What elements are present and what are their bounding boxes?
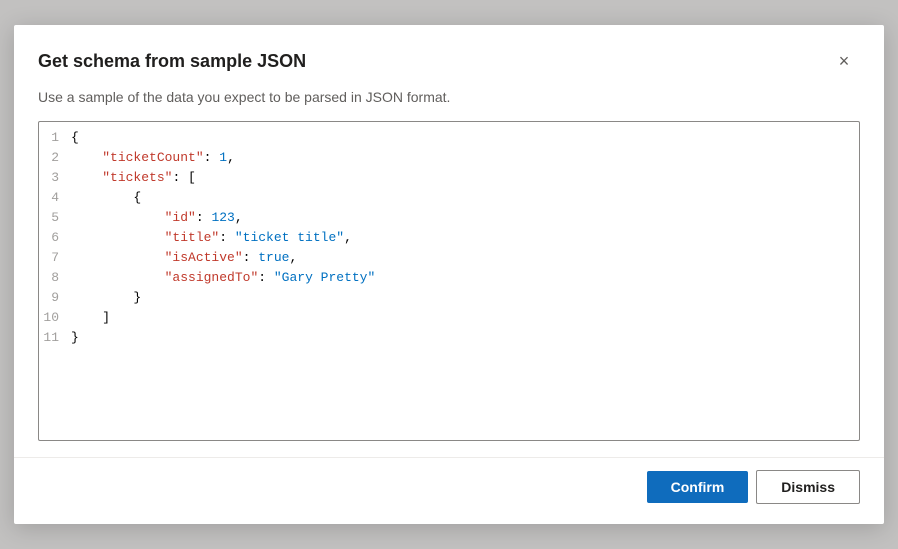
code-line-2: 2 "ticketCount": 1,	[39, 150, 859, 170]
line-number: 5	[39, 210, 71, 225]
dialog-footer: Confirm Dismiss	[14, 457, 884, 524]
dialog: Get schema from sample JSON × Use a samp…	[14, 25, 884, 524]
code-line-8: 8 "assignedTo": "Gary Pretty"	[39, 270, 859, 290]
dialog-body: 1 { 2 "ticketCount": 1, 3 "tickets": [	[14, 117, 884, 457]
code-line-5: 5 "id": 123,	[39, 210, 859, 230]
dialog-title: Get schema from sample JSON	[38, 51, 306, 72]
line-number: 3	[39, 170, 71, 185]
code-line-4: 4 {	[39, 190, 859, 210]
close-button[interactable]: ×	[828, 45, 860, 77]
code-line-10: 10 ]	[39, 310, 859, 330]
code-line-1: 1 {	[39, 130, 859, 150]
line-number: 10	[39, 310, 71, 325]
code-line-11: 11 }	[39, 330, 859, 350]
json-editor[interactable]: 1 { 2 "ticketCount": 1, 3 "tickets": [	[38, 121, 860, 441]
dismiss-button[interactable]: Dismiss	[756, 470, 860, 504]
code-line-3: 3 "tickets": [	[39, 170, 859, 190]
dialog-description: Use a sample of the data you expect to b…	[14, 89, 884, 117]
line-number: 11	[39, 330, 71, 345]
line-number: 1	[39, 130, 71, 145]
code-line-6: 6 "title": "ticket title",	[39, 230, 859, 250]
line-number: 9	[39, 290, 71, 305]
line-number: 4	[39, 190, 71, 205]
confirm-button[interactable]: Confirm	[647, 471, 749, 503]
code-line-9: 9 }	[39, 290, 859, 310]
dialog-header: Get schema from sample JSON ×	[14, 25, 884, 89]
line-number: 2	[39, 150, 71, 165]
close-icon: ×	[839, 51, 850, 72]
line-number: 8	[39, 270, 71, 285]
line-number: 7	[39, 250, 71, 265]
code-line-7: 7 "isActive": true,	[39, 250, 859, 270]
line-number: 6	[39, 230, 71, 245]
